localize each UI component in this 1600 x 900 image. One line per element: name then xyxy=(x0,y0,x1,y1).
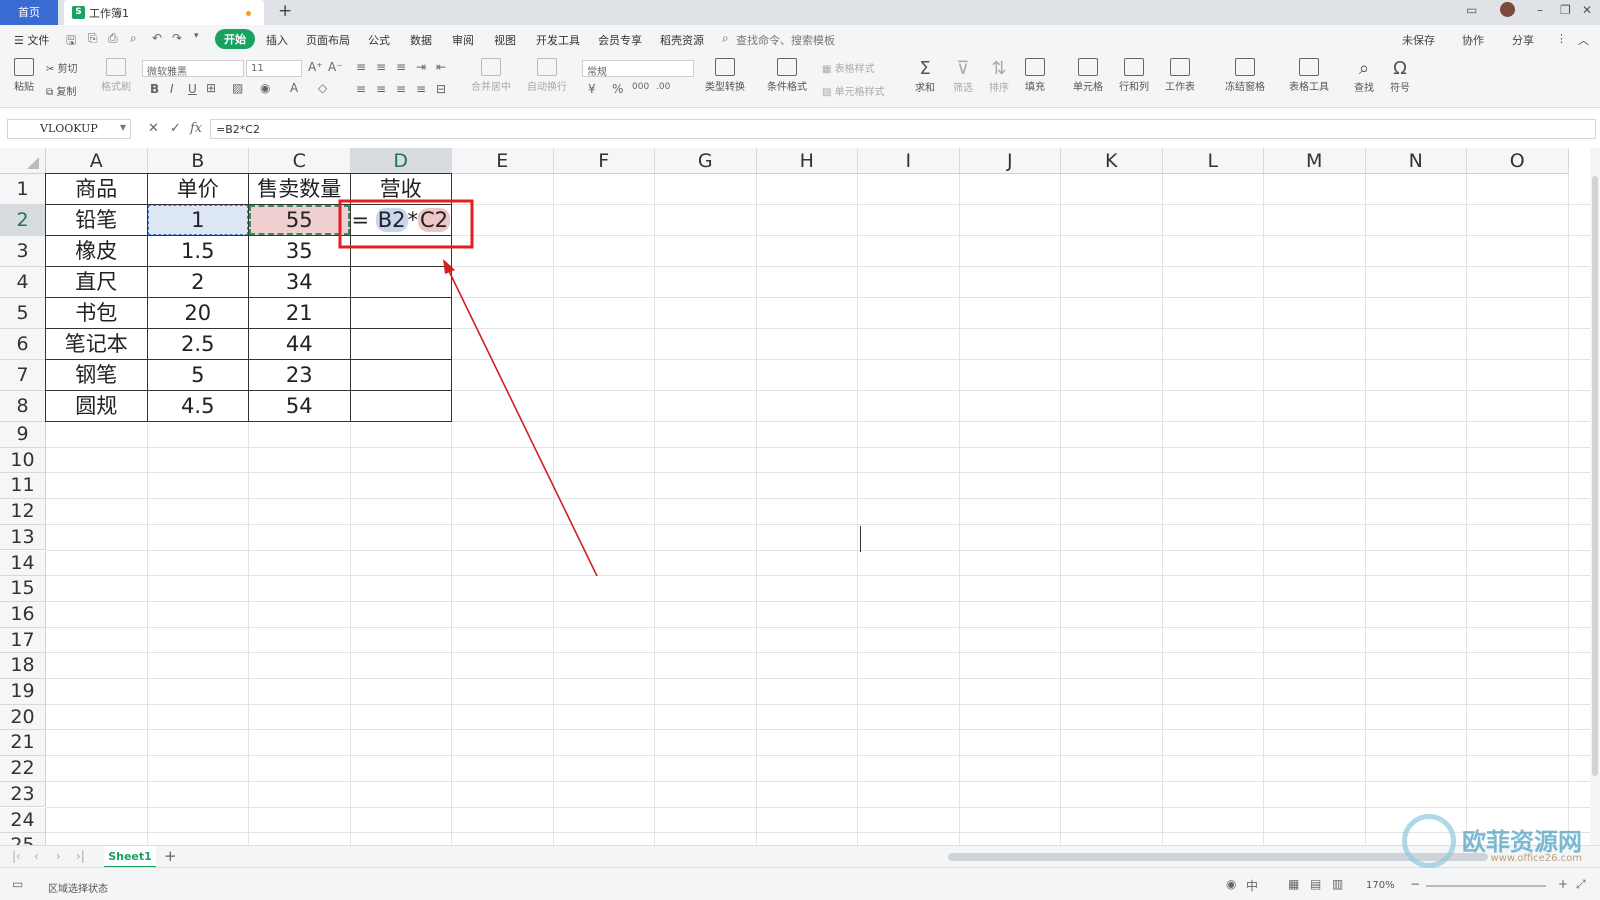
zoom-out-icon[interactable]: − xyxy=(1410,877,1420,891)
highlight-box xyxy=(338,199,474,249)
watermark: 欧菲资源网 www.office26.com xyxy=(1462,828,1582,864)
monitor-icon[interactable]: ▭ xyxy=(12,877,23,891)
fullscreen-icon[interactable]: ⤢ xyxy=(1576,877,1586,892)
page-break-view-icon[interactable]: ▥ xyxy=(1332,877,1343,891)
normal-view-icon[interactable]: ▦ xyxy=(1288,877,1299,891)
watermark-logo xyxy=(1402,814,1456,868)
prev-sheet-icon[interactable]: ‹ xyxy=(34,849,39,863)
annotation-arrow xyxy=(446,266,598,577)
scroll-thumb[interactable] xyxy=(1592,176,1598,776)
arrow-head-icon xyxy=(443,259,455,274)
last-sheet-icon[interactable]: ›| xyxy=(76,849,85,863)
annotation-overlay xyxy=(338,199,598,577)
input-method-icon[interactable]: 中 xyxy=(1246,877,1258,894)
status-bar: ▭ 区域选择状态 ◉ 中 ▦ ▤ ▥ 170% − + ⤢ xyxy=(0,867,1600,900)
next-sheet-icon[interactable]: › xyxy=(56,849,61,863)
eye-protect-icon[interactable]: ◉ xyxy=(1226,877,1236,891)
page-layout-view-icon[interactable]: ▤ xyxy=(1310,877,1321,891)
zoom-slider[interactable] xyxy=(1426,885,1546,887)
zoom-level[interactable]: 170% xyxy=(1366,880,1395,891)
status-mode: 区域选择状态 xyxy=(48,884,108,895)
sheet-tab-sheet1[interactable]: Sheet1 xyxy=(104,846,156,868)
sheet-tab-bar: |‹ ‹ › ›| Sheet1 + xyxy=(0,845,1600,868)
vertical-scrollbar[interactable] xyxy=(1590,148,1600,845)
zoom-in-icon[interactable]: + xyxy=(1558,877,1568,891)
first-sheet-icon[interactable]: |‹ xyxy=(12,849,21,863)
add-sheet-icon[interactable]: + xyxy=(164,847,177,865)
text-cursor xyxy=(860,526,861,552)
